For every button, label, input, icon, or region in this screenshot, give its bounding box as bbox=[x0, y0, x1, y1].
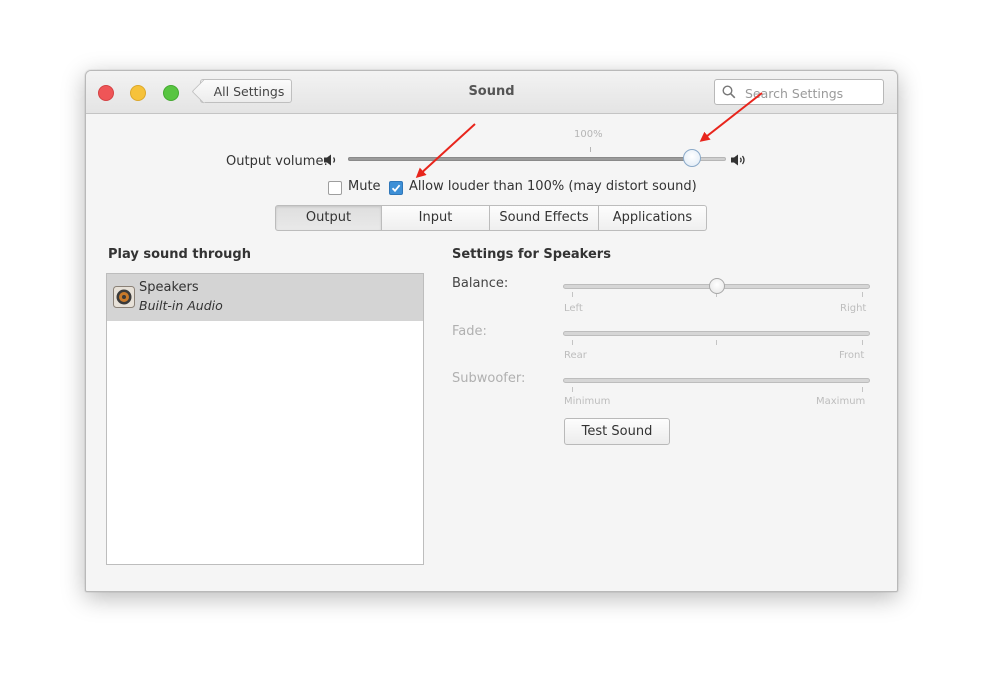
titlebar: Sound All Settings bbox=[86, 71, 897, 114]
tab-sound-effects[interactable]: Sound Effects bbox=[490, 205, 599, 231]
balance-label: Balance: bbox=[452, 276, 509, 291]
device-subtitle: Built-in Audio bbox=[139, 298, 223, 313]
balance-left-label: Left bbox=[564, 303, 583, 314]
balance-slider-handle[interactable] bbox=[709, 278, 725, 294]
fade-right-label: Front bbox=[839, 350, 865, 361]
output-device-list: Speakers Built-in Audio bbox=[106, 273, 424, 565]
checkmark-icon bbox=[391, 184, 401, 193]
speaker-low-icon bbox=[324, 154, 336, 166]
play-sound-through-header: Play sound through bbox=[108, 247, 251, 262]
fade-left-label: Rear bbox=[564, 350, 587, 361]
output-volume-fill bbox=[348, 157, 692, 161]
balance-tick-right bbox=[862, 292, 863, 297]
all-settings-back-button[interactable]: All Settings bbox=[200, 79, 292, 103]
test-sound-button[interactable]: Test Sound bbox=[564, 418, 670, 445]
tab-applications[interactable]: Applications bbox=[599, 205, 707, 231]
balance-right-label: Right bbox=[840, 303, 867, 314]
fade-label: Fade: bbox=[452, 324, 487, 339]
sound-settings-window: Sound All Settings Output volume: 100% M… bbox=[85, 70, 898, 592]
volume-100-mark-label: 100% bbox=[574, 129, 603, 140]
fade-tick-left bbox=[572, 340, 573, 345]
device-row-speakers[interactable]: Speakers Built-in Audio bbox=[107, 274, 423, 321]
subwoofer-slider-track bbox=[563, 378, 870, 383]
subwoofer-max-label: Maximum bbox=[816, 396, 866, 407]
tab-input[interactable]: Input bbox=[382, 205, 490, 231]
fade-slider-track bbox=[563, 331, 870, 336]
speaker-high-icon bbox=[731, 154, 745, 166]
speaker-device-icon bbox=[113, 286, 135, 308]
subwoofer-label: Subwoofer: bbox=[452, 371, 526, 386]
device-name: Speakers bbox=[139, 280, 199, 295]
fade-tick-right bbox=[862, 340, 863, 345]
output-volume-label: Output volume: bbox=[226, 154, 328, 169]
search-icon bbox=[722, 85, 736, 99]
output-volume-slider-handle[interactable] bbox=[682, 149, 701, 167]
tab-output[interactable]: Output bbox=[275, 205, 382, 231]
search-input[interactable] bbox=[743, 82, 882, 104]
subwoofer-tick-left bbox=[572, 387, 573, 392]
fade-tick-center bbox=[716, 340, 717, 345]
search-box[interactable] bbox=[714, 79, 884, 105]
allow-louder-label: Allow louder than 100% (may distort soun… bbox=[409, 179, 697, 194]
sound-tabs: Output Input Sound Effects Applications bbox=[275, 205, 707, 231]
mute-checkbox[interactable] bbox=[328, 181, 342, 195]
allow-louder-checkbox[interactable] bbox=[389, 181, 403, 195]
mute-label: Mute bbox=[348, 179, 381, 194]
subwoofer-tick-right bbox=[862, 387, 863, 392]
speaker-settings-header: Settings for Speakers bbox=[452, 247, 611, 262]
volume-100-mark bbox=[590, 147, 591, 152]
back-button-label: All Settings bbox=[213, 84, 285, 99]
subwoofer-min-label: Minimum bbox=[564, 396, 611, 407]
balance-tick-left bbox=[572, 292, 573, 297]
